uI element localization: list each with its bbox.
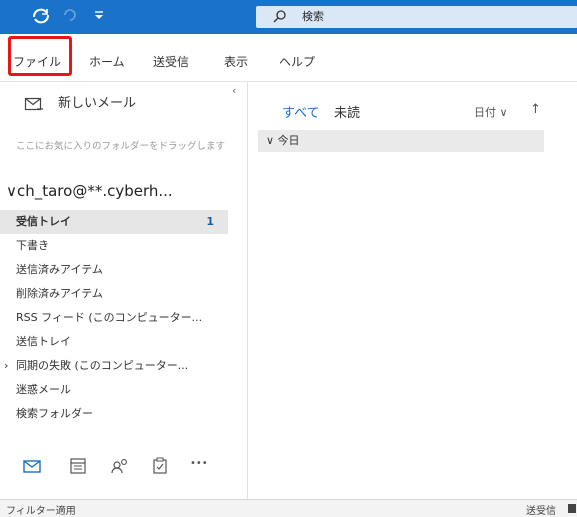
people-icon[interactable]	[110, 456, 130, 476]
folder-label: RSS フィード (このコンピューター...	[16, 311, 203, 324]
send-receive-status: 送受信	[526, 506, 556, 517]
folder-label: 下書き	[16, 239, 49, 252]
folder-drafts[interactable]: 下書き	[0, 234, 228, 258]
collapse-pane-icon[interactable]: ‹	[232, 84, 236, 97]
folder-label: 検索フォルダー	[16, 407, 93, 420]
status-bar: フィルター適用 送受信	[0, 499, 577, 517]
menu-help[interactable]: ヘルプ	[279, 54, 315, 70]
status-indicator-icon	[568, 504, 576, 513]
folder-label: 送信トレイ	[16, 335, 71, 348]
quick-access-dropdown-icon[interactable]	[92, 7, 106, 23]
sort-by-date-dropdown[interactable]: 日付 ∨	[474, 104, 508, 120]
filter-status: フィルター適用	[6, 506, 76, 517]
folder-label: 迷惑メール	[16, 383, 71, 396]
sort-direction-icon[interactable]: ↑	[530, 102, 541, 117]
unread-count-badge: 1	[206, 215, 214, 228]
module-bar: •••	[0, 448, 247, 484]
tasks-icon[interactable]	[150, 456, 170, 476]
menu-home[interactable]: ホーム	[89, 54, 125, 70]
folder-outbox[interactable]: 送信トレイ	[0, 330, 228, 354]
search-box[interactable]: 検索	[256, 6, 577, 28]
tab-all[interactable]: すべて	[282, 102, 320, 121]
navigation-pane: 新しいメール ‹ ここにお気に入りのフォルダーをドラッグします ∨ch_taro…	[0, 82, 248, 499]
folder-label: 送信済みアイテム	[16, 263, 103, 276]
folder-sync-issues[interactable]: › 同期の失敗 (このコンピューター...	[0, 354, 228, 378]
folder-inbox[interactable]: 受信トレイ 1	[0, 210, 228, 234]
more-icon[interactable]: •••	[190, 458, 208, 469]
menu-send-receive[interactable]: 送受信	[153, 54, 189, 70]
search-placeholder: 検索	[302, 10, 324, 23]
chevron-down-icon: ∨	[6, 182, 17, 200]
chevron-right-icon[interactable]: ›	[4, 354, 8, 378]
sync-icon[interactable]	[30, 6, 52, 26]
menu-view[interactable]: 表示	[224, 54, 248, 70]
account-name: ch_taro@**.cyberh...	[16, 182, 173, 200]
folder-sent-items[interactable]: 送信済みアイテム	[0, 258, 228, 282]
favorites-hint: ここにお気に入りのフォルダーをドラッグします	[16, 141, 226, 152]
folder-rss-feeds[interactable]: RSS フィード (このコンピューター...	[0, 306, 228, 330]
group-header-today[interactable]: ∨ 今日	[258, 130, 544, 152]
file-menu-highlight	[8, 36, 72, 76]
new-mail-icon	[24, 97, 43, 111]
calendar-icon[interactable]	[68, 456, 88, 476]
mail-icon[interactable]	[22, 456, 42, 476]
tab-unread[interactable]: 未読	[334, 102, 360, 121]
undo-icon[interactable]	[62, 7, 78, 23]
title-bar: 検索	[0, 0, 577, 34]
folder-list: 受信トレイ 1 下書き 送信済みアイテム 削除済みアイテム RSS フィード (…	[0, 210, 228, 426]
account-header[interactable]: ∨ch_taro@**.cyberh...	[6, 182, 173, 200]
new-mail-label: 新しいメール	[58, 96, 137, 111]
folder-label: 同期の失敗 (このコンピューター...	[16, 359, 189, 372]
menu-bar: ファイル ホーム 送受信 表示 ヘルプ	[0, 34, 577, 82]
folder-label: 受信トレイ	[16, 215, 71, 228]
folder-label: 削除済みアイテム	[16, 287, 103, 300]
folder-search-folders[interactable]: 検索フォルダー	[0, 402, 228, 426]
folder-deleted-items[interactable]: 削除済みアイテム	[0, 282, 228, 306]
folder-junk-email[interactable]: 迷惑メール	[0, 378, 228, 402]
search-icon	[273, 10, 286, 23]
message-list-pane: すべて 未読 日付 ∨ ↑ ∨ 今日	[248, 82, 577, 499]
